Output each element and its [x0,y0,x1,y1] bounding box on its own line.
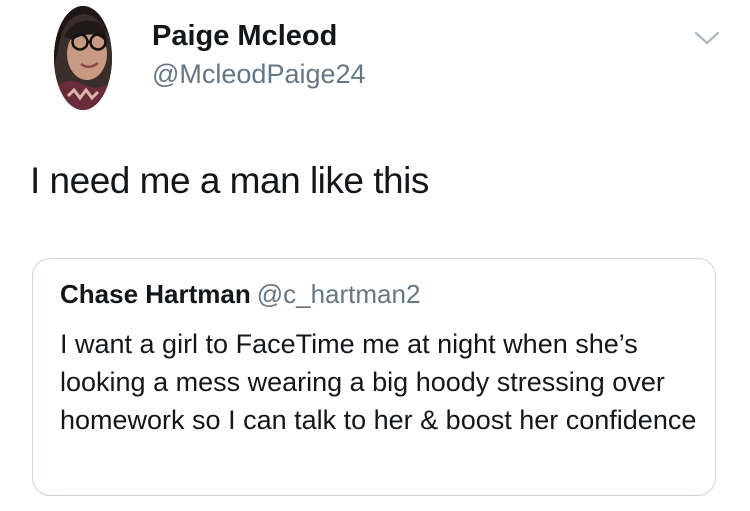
author-handle[interactable]: @McleodPaige24 [152,59,366,90]
quoted-author-name: Chase Hartman [60,279,251,309]
author-name[interactable]: Paige Mcleod [152,20,337,53]
quoted-tweet-text: I want a girl to FaceTime me at night wh… [60,329,697,435]
avatar-photo [54,6,112,110]
author-avatar[interactable] [54,6,112,110]
chevron-down-icon[interactable] [692,26,722,50]
quoted-tweet-header: Chase Hartman @c_hartman2 [60,279,420,310]
quoted-author-handle: @c_hartman2 [256,279,421,309]
tweet-text: I need me a man like this [30,160,429,201]
quoted-tweet-card[interactable]: Chase Hartman @c_hartman2 I want a girl t… [32,258,716,496]
